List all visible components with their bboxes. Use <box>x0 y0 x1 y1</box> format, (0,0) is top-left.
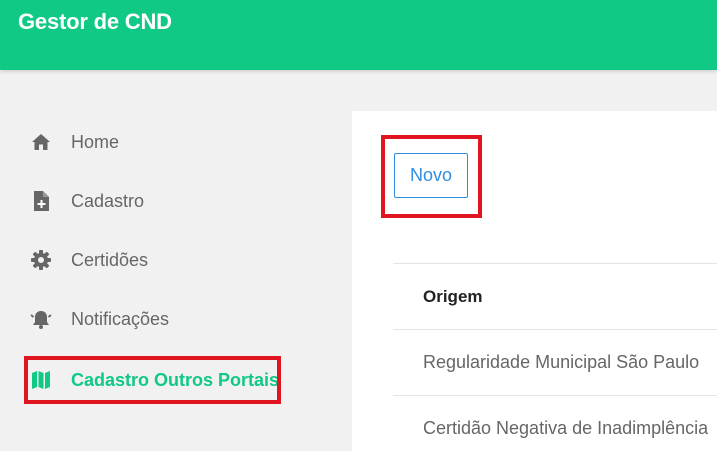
column-header-origem: Origem <box>423 287 483 306</box>
sidebar-item-certidoes[interactable]: Certidões <box>30 240 148 280</box>
app-title: Gestor de CND <box>18 9 172 34</box>
divider <box>393 329 717 330</box>
table-row[interactable]: Certidão Negativa de Inadimplência <box>423 418 708 439</box>
gear-icon <box>30 249 52 271</box>
sidebar-item-notificacoes[interactable]: Notificações <box>30 299 169 339</box>
sidebar-item-label: Certidões <box>71 249 149 270</box>
sidebar-item-label: Home <box>71 131 120 152</box>
bell-icon <box>30 308 52 330</box>
file-plus-icon <box>30 190 52 212</box>
home-icon <box>30 131 52 153</box>
highlight-box <box>24 356 281 404</box>
divider <box>393 263 717 264</box>
sidebar-item-label: Cadastro <box>71 190 145 211</box>
highlight-box <box>381 135 482 218</box>
divider <box>393 395 717 396</box>
top-bar: Gestor de CND <box>0 0 717 70</box>
sidebar-item-home[interactable]: Home <box>30 122 119 162</box>
sidebar-item-cadastro[interactable]: Cadastro <box>30 181 144 221</box>
sidebar-item-label: Notificações <box>71 308 170 329</box>
table-row[interactable]: Regularidade Municipal São Paulo <box>423 352 699 373</box>
